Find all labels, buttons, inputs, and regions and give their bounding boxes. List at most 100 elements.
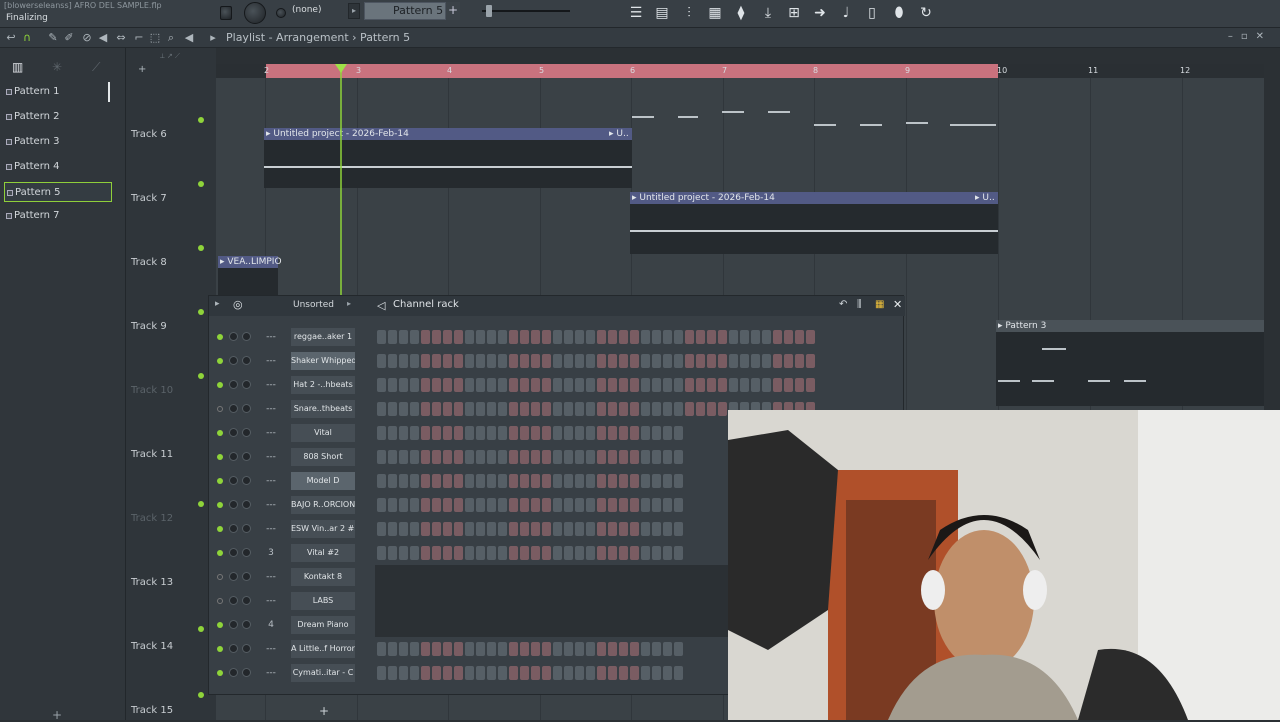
step-button[interactable] — [652, 666, 661, 680]
zoom-icon[interactable]: ⌕ — [164, 31, 178, 45]
step-button[interactable] — [729, 330, 738, 344]
step-button[interactable] — [520, 402, 529, 416]
step-sequencer[interactable] — [377, 330, 815, 344]
step-button[interactable] — [498, 474, 507, 488]
step-button[interactable] — [410, 330, 419, 344]
scroll-indicator[interactable] — [108, 82, 110, 102]
step-button[interactable] — [509, 642, 518, 656]
step-button[interactable] — [377, 546, 386, 560]
step-button[interactable] — [630, 642, 639, 656]
step-button[interactable] — [641, 330, 650, 344]
step-button[interactable] — [619, 354, 628, 368]
step-button[interactable] — [443, 642, 452, 656]
brush-icon[interactable]: ✐ — [62, 31, 76, 45]
step-button[interactable] — [399, 642, 408, 656]
piano-roll-icon[interactable]: ▤ — [652, 3, 672, 23]
step-button[interactable] — [421, 642, 430, 656]
step-button[interactable] — [399, 402, 408, 416]
step-button[interactable] — [553, 402, 562, 416]
step-button[interactable] — [421, 378, 430, 392]
step-button[interactable] — [630, 546, 639, 560]
filter-arrow-icon[interactable]: ▸ — [347, 299, 351, 308]
undo-icon[interactable]: ↶ — [839, 299, 847, 310]
channel-led[interactable] — [217, 574, 223, 580]
volume-knob[interactable] — [242, 500, 251, 509]
step-button[interactable] — [454, 402, 463, 416]
step-button[interactable] — [740, 378, 749, 392]
pan-knob[interactable] — [229, 476, 238, 485]
step-button[interactable] — [388, 642, 397, 656]
track-label[interactable]: Track 8 — [131, 257, 167, 268]
step-button[interactable] — [487, 426, 496, 440]
step-button[interactable] — [443, 378, 452, 392]
step-button[interactable] — [674, 498, 683, 512]
pan-knob[interactable] — [229, 452, 238, 461]
step-button[interactable] — [652, 402, 661, 416]
step-button[interactable] — [619, 402, 628, 416]
step-button[interactable] — [421, 330, 430, 344]
track-led[interactable] — [198, 117, 204, 123]
channel-name[interactable]: Snare..thbeats — [291, 400, 355, 418]
step-button[interactable] — [421, 546, 430, 560]
step-button[interactable] — [465, 354, 474, 368]
step-button[interactable] — [674, 402, 683, 416]
step-button[interactable] — [388, 450, 397, 464]
step-button[interactable] — [432, 666, 441, 680]
step-button[interactable] — [641, 666, 650, 680]
step-button[interactable] — [531, 450, 540, 464]
channel-name[interactable]: Shaker Whipped — [291, 352, 355, 370]
step-button[interactable] — [806, 378, 815, 392]
main-pitch-slider[interactable] — [482, 10, 570, 12]
step-button[interactable] — [751, 330, 760, 344]
step-button[interactable] — [564, 498, 573, 512]
step-button[interactable] — [663, 378, 672, 392]
step-button[interactable] — [751, 354, 760, 368]
step-button[interactable] — [553, 378, 562, 392]
step-button[interactable] — [553, 498, 562, 512]
mixer-icon[interactable]: ⫶ — [679, 3, 699, 23]
step-button[interactable] — [421, 666, 430, 680]
step-button[interactable] — [432, 642, 441, 656]
step-button[interactable] — [663, 666, 672, 680]
step-button[interactable] — [663, 474, 672, 488]
step-button[interactable] — [542, 546, 551, 560]
step-button[interactable] — [630, 378, 639, 392]
step-button[interactable] — [476, 522, 485, 536]
step-button[interactable] — [443, 354, 452, 368]
step-button[interactable] — [564, 402, 573, 416]
track-led[interactable] — [198, 309, 204, 315]
mixer-track-number[interactable]: --- — [259, 474, 283, 488]
pan-knob[interactable] — [229, 668, 238, 677]
channel-name[interactable]: BAJO R..ORCION — [291, 496, 355, 514]
step-button[interactable] — [773, 330, 782, 344]
step-button[interactable] — [806, 354, 815, 368]
step-button[interactable] — [498, 642, 507, 656]
step-button[interactable] — [663, 354, 672, 368]
master-volume-knob[interactable] — [244, 2, 266, 24]
step-button[interactable] — [410, 450, 419, 464]
step-button[interactable] — [432, 426, 441, 440]
stamp-icon[interactable]: ⬮ — [889, 3, 909, 23]
step-button[interactable] — [641, 474, 650, 488]
step-button[interactable] — [795, 378, 804, 392]
step-button[interactable] — [421, 474, 430, 488]
step-button[interactable] — [597, 354, 606, 368]
channel-led[interactable] — [217, 334, 223, 340]
step-button[interactable] — [575, 450, 584, 464]
step-button[interactable] — [465, 666, 474, 680]
step-button[interactable] — [410, 522, 419, 536]
volume-knob[interactable] — [242, 404, 251, 413]
volume-knob[interactable] — [242, 380, 251, 389]
step-button[interactable] — [454, 474, 463, 488]
step-button[interactable] — [410, 474, 419, 488]
pattern-item[interactable]: Pattern 4 — [4, 157, 112, 177]
volume-knob[interactable] — [242, 476, 251, 485]
pan-knob[interactable] — [229, 620, 238, 629]
mute-icon[interactable]: ◀ — [96, 31, 110, 45]
step-button[interactable] — [432, 474, 441, 488]
volume-knob[interactable] — [242, 356, 251, 365]
step-button[interactable] — [652, 450, 661, 464]
step-button[interactable] — [476, 450, 485, 464]
channel-rack-icon[interactable]: ▦ — [705, 3, 725, 23]
step-button[interactable] — [399, 378, 408, 392]
